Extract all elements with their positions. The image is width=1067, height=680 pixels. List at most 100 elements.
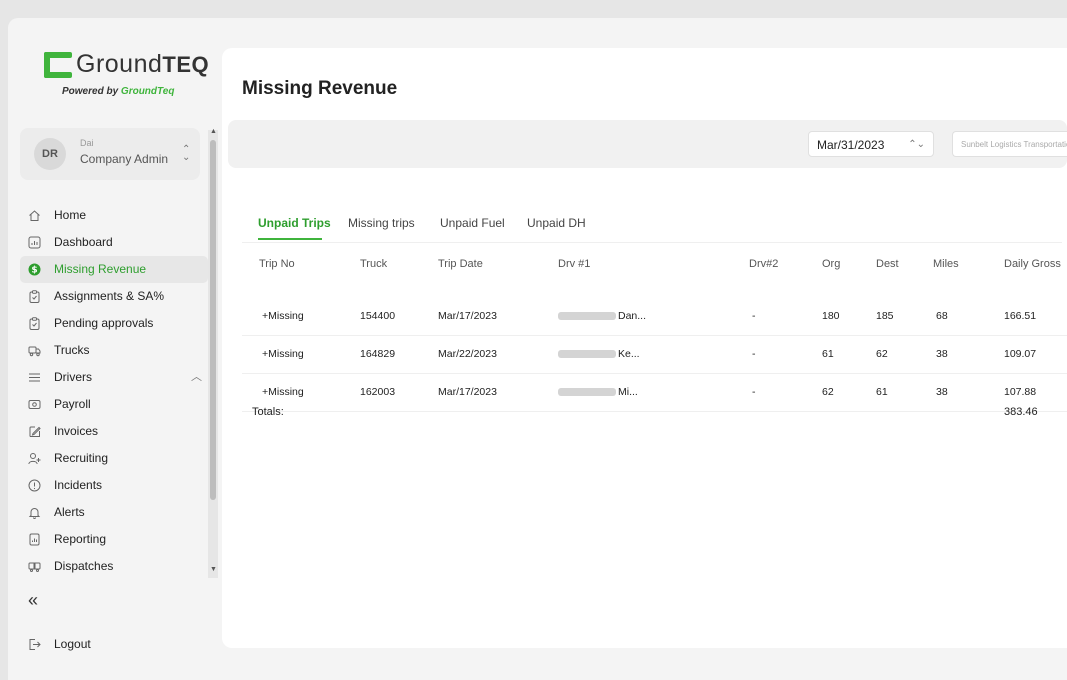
chevron-updown-icon: ⌃⌄ [908, 139, 925, 150]
sidebar-item-recruiting[interactable]: Recruiting [20, 445, 208, 472]
sidebar-item-dashboard[interactable]: Dashboard [20, 229, 208, 256]
sidebar-item-drivers[interactable]: Drivers ︿ [20, 364, 208, 391]
table-row[interactable]: +Missing 162003 Mar/17/2023 Mi... - 62 6… [242, 373, 1067, 412]
groundteq-logo[interactable]: GroundTEQ Powered by GroundTeq [44, 50, 209, 106]
sidebar-item-pending-approvals[interactable]: Pending approvals [20, 310, 208, 337]
logout-icon [28, 638, 41, 651]
cell-trip-date: Mar/17/2023 [438, 386, 497, 398]
clipboard-icon [28, 290, 41, 303]
sidebar-item-alerts[interactable]: Alerts [20, 499, 208, 526]
chevron-updown-icon: ⌃⌄ [182, 144, 191, 163]
sidebar-scrollbar[interactable]: ▲ ▼ [208, 128, 218, 578]
chart-icon [28, 236, 41, 249]
cell-trip-date: Mar/22/2023 [438, 348, 497, 360]
user-switcher[interactable]: DR Dai Company Admin ⌃ ⌄ [20, 128, 200, 180]
clipboard-check-icon [28, 317, 41, 330]
cell-driver2: - [752, 348, 756, 360]
redacted-name [558, 388, 616, 397]
column-header-trip-date[interactable]: Trip Date [438, 258, 483, 270]
cell-daily-gross: 109.07 [1004, 348, 1037, 360]
cell-driver2: - [752, 310, 756, 322]
main-panel: Missing Revenue Mar/31/2023 ⌃⌄ Sunbelt L… [222, 48, 1067, 648]
user-name: Dai [80, 138, 94, 148]
chevron-up-icon[interactable]: ︿ [191, 364, 202, 391]
add-missing-trip-button[interactable]: +Missing [262, 386, 304, 398]
page-title: Missing Revenue [242, 78, 398, 99]
sidebar-item-missing-revenue[interactable]: $ Missing Revenue [20, 256, 208, 283]
column-header-truck[interactable]: Truck [360, 258, 387, 270]
sidebar-nav: Home Dashboard $ Missing Revenue Assignm… [20, 202, 208, 580]
sidebar-item-dispatches[interactable]: Dispatches [20, 553, 208, 580]
sidebar-item-assignments[interactable]: Assignments & SA% [20, 283, 208, 310]
totals-label: Totals: [252, 406, 284, 418]
cell-miles: 38 [936, 386, 948, 398]
cell-dest: 61 [876, 386, 888, 398]
svg-text:$: $ [31, 266, 37, 276]
scroll-down-arrow-icon[interactable]: ▼ [210, 566, 217, 573]
sidebar-item-trucks[interactable]: Trucks [20, 337, 208, 364]
cell-driver1: Dan... [558, 310, 646, 322]
column-header-trip-no[interactable]: Trip No [259, 258, 295, 270]
bell-icon [28, 506, 41, 519]
cell-dest: 62 [876, 348, 888, 360]
user-role: Company Admin [80, 152, 169, 166]
list-icon [28, 371, 41, 384]
sidebar-item-home[interactable]: Home [20, 202, 208, 229]
avatar: DR [34, 138, 66, 170]
cell-driver1: Ke... [558, 348, 640, 360]
sidebar: GroundTEQ Powered by GroundTeq DR Dai Co… [8, 18, 220, 680]
table-row[interactable]: +Missing 154400 Mar/17/2023 Dan... - 180… [242, 297, 1067, 336]
scroll-thumb[interactable] [210, 140, 216, 500]
tab-unpaid-trips[interactable]: Unpaid Trips [258, 216, 331, 230]
user-plus-icon [28, 452, 41, 465]
tab-missing-trips[interactable]: Missing trips [348, 216, 415, 230]
cell-truck: 162003 [360, 386, 396, 398]
tab-bar: Unpaid Trips Missing trips Unpaid Fuel U… [242, 208, 1062, 243]
column-header-org[interactable]: Org [822, 258, 840, 270]
home-icon [28, 209, 41, 222]
scroll-up-arrow-icon[interactable]: ▲ [210, 128, 217, 135]
logo-wordmark: GroundTEQ [76, 50, 210, 78]
collapse-sidebar-icon[interactable]: « [28, 590, 38, 611]
cell-daily-gross: 107.88 [1004, 386, 1037, 398]
column-header-drv1[interactable]: Drv #1 [558, 258, 590, 270]
column-header-dest[interactable]: Dest [876, 258, 899, 270]
cell-trip-date: Mar/17/2023 [438, 310, 497, 322]
dispatch-icon [28, 560, 41, 573]
cell-miles: 68 [936, 310, 948, 322]
cell-truck: 154400 [360, 310, 396, 322]
cell-driver1: Mi... [558, 386, 638, 398]
cell-miles: 38 [936, 348, 948, 360]
cell-org: 61 [822, 348, 834, 360]
column-header-miles[interactable]: Miles [933, 258, 959, 270]
add-missing-trip-button[interactable]: +Missing [262, 310, 304, 322]
cash-icon [28, 398, 41, 411]
edit-icon [28, 425, 41, 438]
report-icon [28, 533, 41, 546]
column-header-daily-gross[interactable]: Daily Gross [1004, 258, 1061, 270]
add-missing-trip-button[interactable]: +Missing [262, 348, 304, 360]
tab-unpaid-dh[interactable]: Unpaid DH [527, 216, 586, 230]
logout-button[interactable]: Logout [20, 631, 214, 658]
truck-icon [28, 344, 41, 357]
logo-mark-icon [44, 52, 72, 78]
alert-circle-icon [28, 479, 41, 492]
cell-org: 180 [822, 310, 840, 322]
company-select[interactable]: Sunbelt Logistics Transportation [952, 131, 1067, 157]
filter-bar: Mar/31/2023 ⌃⌄ Sunbelt Logistics Transpo… [228, 120, 1067, 168]
sidebar-item-payroll[interactable]: Payroll [20, 391, 208, 418]
totals-value: 383.46 [1004, 406, 1038, 418]
cell-truck: 164829 [360, 348, 396, 360]
cell-daily-gross: 166.51 [1004, 310, 1037, 322]
table-row[interactable]: +Missing 164829 Mar/22/2023 Ke... - 61 6… [242, 335, 1067, 374]
sidebar-item-reporting[interactable]: Reporting [20, 526, 208, 553]
app-window: GroundTEQ Powered by GroundTeq DR Dai Co… [8, 18, 1067, 680]
tab-unpaid-fuel[interactable]: Unpaid Fuel [440, 216, 505, 230]
column-header-drv2[interactable]: Drv#2 [749, 258, 778, 270]
powered-by-text: Powered by GroundTeq [62, 86, 175, 97]
cell-dest: 185 [876, 310, 894, 322]
date-select[interactable]: Mar/31/2023 ⌃⌄ [808, 131, 934, 157]
sidebar-item-incidents[interactable]: Incidents [20, 472, 208, 499]
sidebar-item-invoices[interactable]: Invoices [20, 418, 208, 445]
cell-org: 62 [822, 386, 834, 398]
